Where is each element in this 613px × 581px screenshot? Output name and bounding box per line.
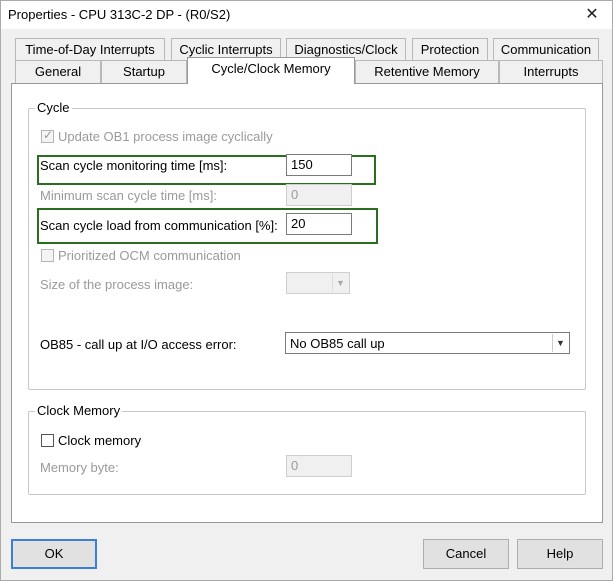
properties-dialog: Properties - CPU 313C-2 DP - (R0/S2) ✕ T… <box>0 0 613 581</box>
process-image-select[interactable]: ▼ <box>286 272 350 294</box>
load-comm-label: Scan cycle load from communication [%]: <box>40 218 278 233</box>
tab-general[interactable]: General <box>15 60 101 83</box>
check-mark-icon: ✓ <box>43 128 54 142</box>
clock-memory-checkbox[interactable] <box>41 434 54 447</box>
load-comm-input[interactable]: 20 <box>286 213 352 235</box>
tab-cycle-clock-memory[interactable]: Cycle/Clock Memory <box>187 57 355 84</box>
tab-interrupts[interactable]: Interrupts <box>499 60 603 83</box>
chevron-down-icon: ▼ <box>552 334 568 352</box>
close-icon[interactable]: ✕ <box>582 5 602 25</box>
tab-retentive-memory[interactable]: Retentive Memory <box>355 60 499 83</box>
update-ob1-label: Update OB1 process image cyclically <box>58 129 273 144</box>
help-button[interactable]: Help <box>517 539 603 569</box>
ok-button[interactable]: OK <box>11 539 97 569</box>
clock-memory-group: Clock Memory <box>28 403 586 495</box>
tab-time-of-day-interrupts[interactable]: Time-of-Day Interrupts <box>15 38 165 61</box>
min-scan-label: Minimum scan cycle time [ms]: <box>40 188 217 203</box>
memory-byte-label: Memory byte: <box>40 460 119 475</box>
scan-monitoring-label: Scan cycle monitoring time [ms]: <box>40 158 228 173</box>
ob85-label: OB85 - call up at I/O access error: <box>40 337 237 352</box>
prioritized-ocm-checkbox[interactable] <box>41 249 54 262</box>
chevron-down-icon: ▼ <box>332 274 348 292</box>
prioritized-ocm-label: Prioritized OCM communication <box>58 248 241 263</box>
clock-memory-label: Clock memory <box>58 433 142 448</box>
window-title: Properties - CPU 313C-2 DP - (R0/S2) <box>8 7 231 22</box>
min-scan-input[interactable]: 0 <box>286 184 352 206</box>
tab-startup[interactable]: Startup <box>101 60 187 83</box>
process-image-label: Size of the process image: <box>40 277 194 292</box>
memory-byte-input[interactable]: 0 <box>286 455 352 477</box>
tab-panel-cycle-clock-memory: Cycle ✓ Update OB1 process image cyclica… <box>11 83 603 523</box>
ob85-value: No OB85 call up <box>290 336 385 351</box>
tab-communication[interactable]: Communication <box>493 38 599 61</box>
ob85-select[interactable]: No OB85 call up ▼ <box>285 332 570 354</box>
tab-protection[interactable]: Protection <box>412 38 488 61</box>
clock-memory-group-label: Clock Memory <box>35 403 123 418</box>
update-ob1-checkbox[interactable]: ✓ <box>41 128 54 143</box>
cancel-button[interactable]: Cancel <box>423 539 509 569</box>
title-bar: Properties - CPU 313C-2 DP - (R0/S2) ✕ <box>1 1 612 29</box>
cycle-group-label: Cycle <box>35 100 72 115</box>
scan-monitoring-input[interactable]: 150 <box>286 154 352 176</box>
